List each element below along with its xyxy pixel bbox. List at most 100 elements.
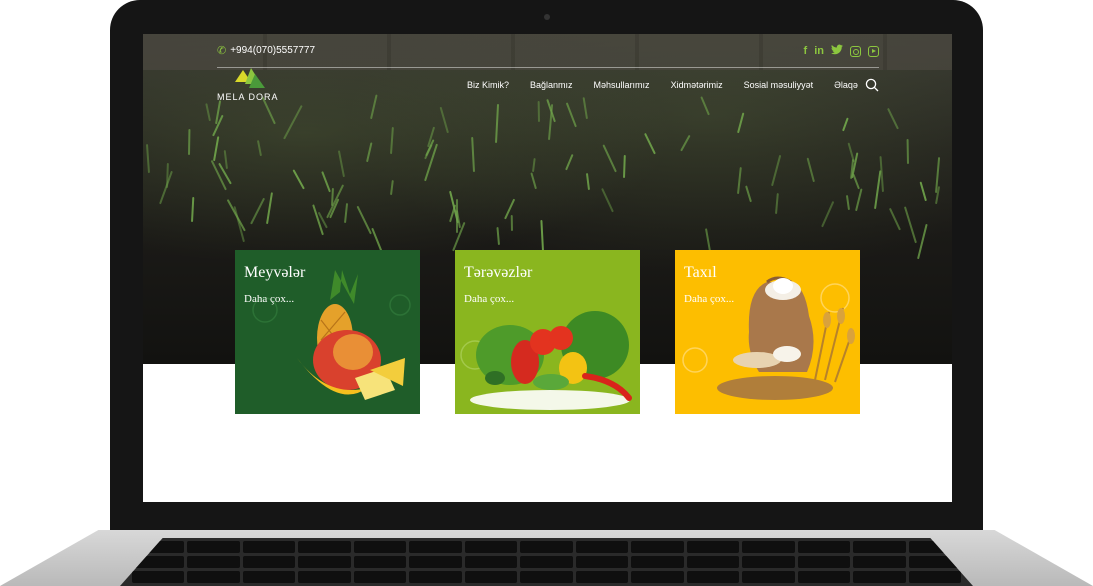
keyboard-key xyxy=(631,556,684,568)
keyboard-key xyxy=(631,571,684,583)
card-more-link[interactable]: Daha çox... xyxy=(684,293,734,305)
sprout xyxy=(188,128,191,156)
keyboard-key xyxy=(409,541,462,553)
category-card-fruits[interactable]: Meyvələr Daha çox... xyxy=(235,250,420,414)
nav-item-contact[interactable]: Əlaqə xyxy=(834,80,858,90)
keyboard-key xyxy=(464,571,518,583)
keyboard-key xyxy=(353,541,407,553)
keyboard-key xyxy=(409,571,462,583)
keyboard-key xyxy=(575,571,629,583)
sprout xyxy=(496,226,500,246)
sprout xyxy=(321,171,331,193)
sprout xyxy=(356,205,372,235)
keyboard-key xyxy=(742,571,795,583)
keyboard-key xyxy=(797,571,851,583)
logo-mark-icon xyxy=(235,68,265,88)
sprout xyxy=(223,150,228,170)
sprout xyxy=(585,173,590,191)
sprout xyxy=(226,199,246,232)
sprout xyxy=(852,173,860,190)
sprout xyxy=(283,104,303,140)
instagram-icon[interactable] xyxy=(850,45,861,57)
sprout xyxy=(623,154,626,179)
sprout xyxy=(842,117,849,132)
sprout xyxy=(292,169,305,190)
sprout xyxy=(370,94,378,120)
keyboard-key xyxy=(853,556,906,568)
sprout xyxy=(145,144,150,174)
nav-item-services[interactable]: Xidmətərimiz xyxy=(671,80,723,90)
top-bar: ✆ +994(070)5557777 f in xyxy=(217,44,879,60)
sprout xyxy=(510,214,513,232)
nav-item-products[interactable]: Məhsullarımız xyxy=(594,80,650,90)
sprout xyxy=(887,107,899,130)
sprout xyxy=(504,198,516,220)
keyboard-key xyxy=(797,556,851,568)
sprout xyxy=(205,103,211,122)
sprout xyxy=(213,136,220,162)
sprout xyxy=(439,106,449,134)
sprout xyxy=(680,134,691,152)
logo[interactable]: MELA DORA xyxy=(217,66,287,102)
sprout xyxy=(540,219,544,252)
sprout xyxy=(855,188,863,212)
sprout xyxy=(906,138,909,165)
sprout xyxy=(917,223,928,260)
sprout xyxy=(771,154,782,187)
laptop-camera xyxy=(544,14,550,20)
card-more-link[interactable]: Daha çox... xyxy=(244,293,294,305)
sprout xyxy=(565,102,577,128)
sprout xyxy=(266,192,273,225)
sprout xyxy=(582,97,588,120)
youtube-icon[interactable] xyxy=(868,45,879,57)
logo-text: MELA DORA xyxy=(217,92,279,102)
sprout xyxy=(565,153,574,171)
card-more-link[interactable]: Daha çox... xyxy=(464,293,514,305)
nav-item-social-responsibility[interactable]: Sosial məsuliyyət xyxy=(744,80,814,90)
sprout xyxy=(745,185,752,203)
header-divider xyxy=(217,67,879,68)
sprout xyxy=(532,157,536,173)
nav-item-links[interactable]: Bağlanmız xyxy=(530,80,573,90)
sprout xyxy=(344,203,349,224)
sprout xyxy=(471,136,475,173)
search-icon[interactable] xyxy=(865,78,879,92)
keyboard-key xyxy=(631,541,684,553)
sprout xyxy=(775,192,779,215)
keyboard-key xyxy=(853,571,906,583)
keyboard-key xyxy=(353,571,407,583)
sprout xyxy=(737,167,742,195)
sprout xyxy=(879,156,884,193)
keyboard-key xyxy=(353,556,407,568)
sprout xyxy=(806,157,815,183)
keyboard-key xyxy=(409,556,462,568)
keyboard-key xyxy=(853,541,906,553)
keyboard-key xyxy=(742,556,795,568)
nav-item-about[interactable]: Biz Kimik? xyxy=(467,80,509,90)
keyboard-key xyxy=(187,541,240,553)
sprout xyxy=(601,188,614,213)
category-card-grain[interactable]: Taxıl Daha çox... xyxy=(675,250,860,414)
main-nav: Biz Kimik? Bağlanmız Məhsullarımız Xidmə… xyxy=(467,80,879,90)
sprout xyxy=(847,142,855,163)
card-title: Taxıl xyxy=(684,264,717,281)
category-card-vegetables[interactable]: Tərəvəzlər Daha çox... xyxy=(455,250,640,414)
phone-contact[interactable]: ✆ +994(070)5557777 xyxy=(217,44,315,57)
phone-number: +994(070)5557777 xyxy=(230,45,316,56)
card-title: Meyvələr xyxy=(244,264,306,281)
facebook-icon[interactable]: f xyxy=(804,45,808,57)
sprout xyxy=(495,104,500,144)
keyboard-key xyxy=(298,556,351,568)
sprout xyxy=(366,142,373,163)
laptop-screen: ✆ +994(070)5557777 f in MELA DORA Biz Ki… xyxy=(143,34,952,502)
keyboard-key xyxy=(520,556,573,568)
sprout xyxy=(537,100,540,123)
keyboard-key xyxy=(797,541,851,553)
keyboard-key xyxy=(520,571,573,583)
sprout xyxy=(737,112,745,134)
keyboard-key xyxy=(187,571,240,583)
keyboard-key xyxy=(298,571,351,583)
twitter-icon[interactable] xyxy=(831,44,843,58)
linkedin-icon[interactable]: in xyxy=(814,45,824,57)
sprout xyxy=(903,206,917,244)
